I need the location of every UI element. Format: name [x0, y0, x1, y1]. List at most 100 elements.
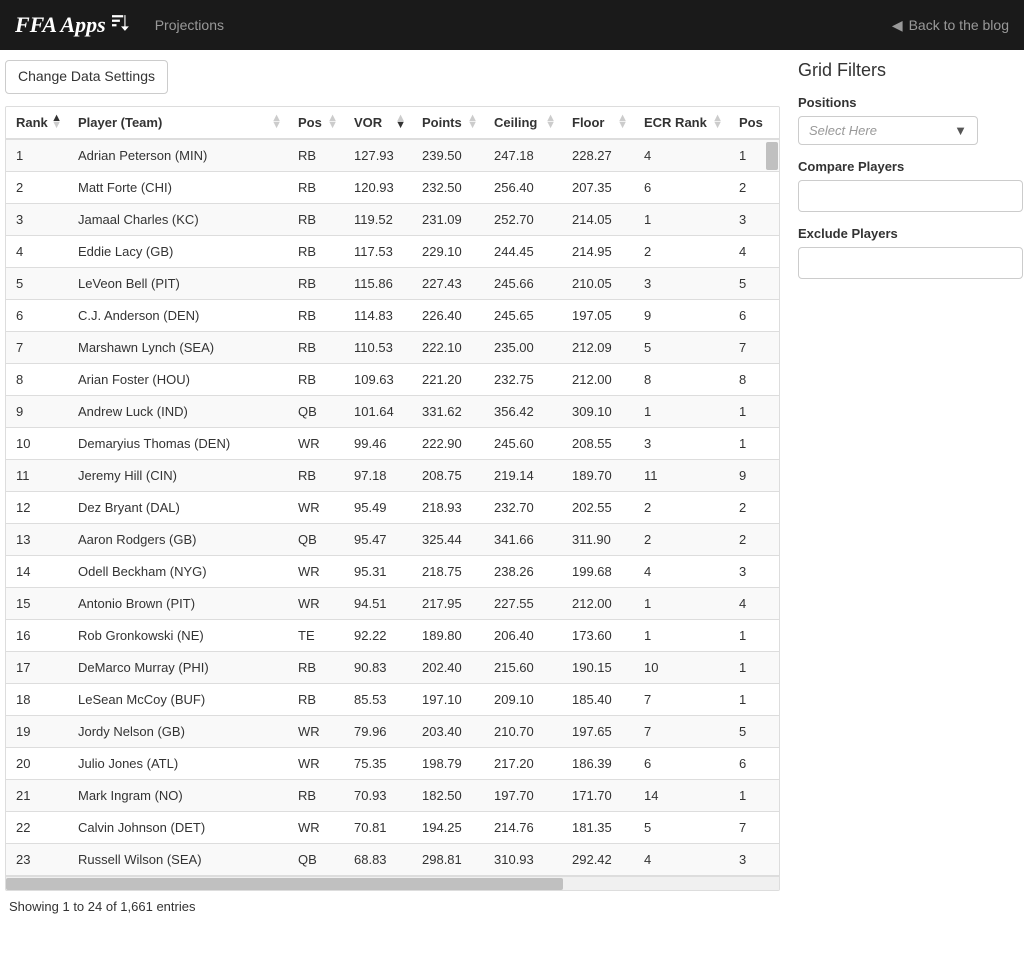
cell-pos: WR — [288, 491, 344, 523]
horizontal-scrollbar[interactable] — [6, 876, 779, 890]
positions-select[interactable]: Select Here ▼ — [798, 116, 978, 145]
col-header-pos[interactable]: Pos ▲▼ — [288, 107, 344, 139]
col-header-points[interactable]: Points▲▼ — [412, 107, 484, 139]
col-header-player[interactable]: Player (Team)▲▼ — [68, 107, 288, 139]
cell-floor: 171.70 — [562, 779, 634, 811]
cell-points: 203.40 — [412, 715, 484, 747]
cell-rank: 20 — [6, 747, 68, 779]
cell-vor: 120.93 — [344, 171, 412, 203]
cell-points: 217.95 — [412, 587, 484, 619]
cell-points: 231.09 — [412, 203, 484, 235]
cell-ecr_rank: 5 — [634, 811, 729, 843]
cell-points: 222.90 — [412, 427, 484, 459]
col-header-rank[interactable]: Rank▲▼ — [6, 107, 68, 139]
cell-ceiling: 214.76 — [484, 811, 562, 843]
positions-label: Positions — [798, 95, 1023, 110]
cell-player: Demaryius Thomas (DEN) — [68, 427, 288, 459]
vertical-scrollbar[interactable] — [765, 142, 779, 182]
cell-ceiling: 210.70 — [484, 715, 562, 747]
cell-player: Calvin Johnson (DET) — [68, 811, 288, 843]
cell-points: 227.43 — [412, 267, 484, 299]
cell-rank: 8 — [6, 363, 68, 395]
cell-ceiling: 245.66 — [484, 267, 562, 299]
cell-floor: 199.68 — [562, 555, 634, 587]
cell-ceiling: 217.20 — [484, 747, 562, 779]
cell-pos: RB — [288, 171, 344, 203]
col-header-pos-rank[interactable]: Pos — [729, 107, 779, 139]
cell-pos_rank: 4 — [729, 235, 779, 267]
data-table-wrapper: Rank▲▼ Player (Team)▲▼ Pos▲▼ VOR▲▼ Point… — [5, 106, 780, 891]
table-row: 20Julio Jones (ATL)WR75.35198.79217.2018… — [6, 747, 779, 779]
cell-rank: 5 — [6, 267, 68, 299]
filters-sidebar: Grid Filters Positions Select Here ▼ Com… — [780, 60, 1024, 922]
exclude-players-input[interactable] — [798, 247, 1023, 279]
sort-icon: ▲▼ — [51, 115, 62, 129]
cell-vor: 97.18 — [344, 459, 412, 491]
change-data-settings-button[interactable]: Change Data Settings — [5, 60, 168, 94]
cell-vor: 90.83 — [344, 651, 412, 683]
sort-icon: ▲▼ — [467, 115, 478, 129]
table-row: 8Arian Foster (HOU)RB109.63221.20232.752… — [6, 363, 779, 395]
col-header-ceiling[interactable]: Ceiling▲▼ — [484, 107, 562, 139]
table-row: 3Jamaal Charles (KC)RB119.52231.09252.70… — [6, 203, 779, 235]
back-to-blog-link[interactable]: ◀ Back to the blog — [892, 17, 1009, 34]
cell-vor: 117.53 — [344, 235, 412, 267]
table-row: 2Matt Forte (CHI)RB120.93232.50256.40207… — [6, 171, 779, 203]
exclude-players-label: Exclude Players — [798, 226, 1023, 241]
cell-pos_rank: 7 — [729, 331, 779, 363]
sort-amount-desc-icon — [112, 14, 130, 37]
nav-projections[interactable]: Projections — [155, 17, 224, 33]
cell-vor: 75.35 — [344, 747, 412, 779]
table-row: 18LeSean McCoy (BUF)RB85.53197.10209.101… — [6, 683, 779, 715]
cell-pos: RB — [288, 363, 344, 395]
filters-title: Grid Filters — [798, 60, 1023, 81]
cell-rank: 17 — [6, 651, 68, 683]
cell-points: 218.75 — [412, 555, 484, 587]
cell-points: 218.93 — [412, 491, 484, 523]
cell-vor: 95.49 — [344, 491, 412, 523]
cell-vor: 70.93 — [344, 779, 412, 811]
cell-vor: 92.22 — [344, 619, 412, 651]
cell-floor: 173.60 — [562, 619, 634, 651]
table-row: 14Odell Beckham (NYG)WR95.31218.75238.26… — [6, 555, 779, 587]
compare-players-input[interactable] — [798, 180, 1023, 212]
cell-pos: WR — [288, 715, 344, 747]
cell-floor: 214.95 — [562, 235, 634, 267]
col-header-ecr-rank[interactable]: ECR Rank▲▼ — [634, 107, 729, 139]
cell-rank: 11 — [6, 459, 68, 491]
table-row: 4Eddie Lacy (GB)RB117.53229.10244.45214.… — [6, 235, 779, 267]
table-row: 21Mark Ingram (NO)RB70.93182.50197.70171… — [6, 779, 779, 811]
cell-pos: WR — [288, 747, 344, 779]
cell-pos_rank: 1 — [729, 619, 779, 651]
table-scroll-area[interactable]: Rank▲▼ Player (Team)▲▼ Pos▲▼ VOR▲▼ Point… — [6, 107, 779, 876]
header-ceiling-label: Ceiling — [494, 115, 537, 130]
cell-points: 222.10 — [412, 331, 484, 363]
header-pos-label: Pos — [298, 115, 322, 130]
cell-pos: TE — [288, 619, 344, 651]
header-player-label: Player (Team) — [78, 115, 162, 130]
cell-pos_rank: 3 — [729, 843, 779, 875]
sort-icon: ▲▼ — [327, 115, 338, 129]
cell-player: Andrew Luck (IND) — [68, 395, 288, 427]
brand-logo[interactable]: FFA Apps — [15, 12, 130, 38]
cell-pos: QB — [288, 523, 344, 555]
cell-player: Julio Jones (ATL) — [68, 747, 288, 779]
table-row: 23Russell Wilson (SEA)QB68.83298.81310.9… — [6, 843, 779, 875]
cell-vor: 95.31 — [344, 555, 412, 587]
table-row: 11Jeremy Hill (CIN)RB97.18208.75219.1418… — [6, 459, 779, 491]
cell-vor: 70.81 — [344, 811, 412, 843]
cell-points: 239.50 — [412, 139, 484, 172]
cell-vor: 79.96 — [344, 715, 412, 747]
cell-floor: 208.55 — [562, 427, 634, 459]
cell-player: Jeremy Hill (CIN) — [68, 459, 288, 491]
cell-pos: RB — [288, 651, 344, 683]
table-row: 5LeVeon Bell (PIT)RB115.86227.43245.6621… — [6, 267, 779, 299]
cell-player: Rob Gronkowski (NE) — [68, 619, 288, 651]
col-header-floor[interactable]: Floor▲▼ — [562, 107, 634, 139]
cell-ecr_rank: 4 — [634, 555, 729, 587]
col-header-vor[interactable]: VOR▲▼ — [344, 107, 412, 139]
cell-pos_rank: 6 — [729, 747, 779, 779]
cell-ecr_rank: 1 — [634, 395, 729, 427]
cell-rank: 4 — [6, 235, 68, 267]
cell-ecr_rank: 9 — [634, 299, 729, 331]
